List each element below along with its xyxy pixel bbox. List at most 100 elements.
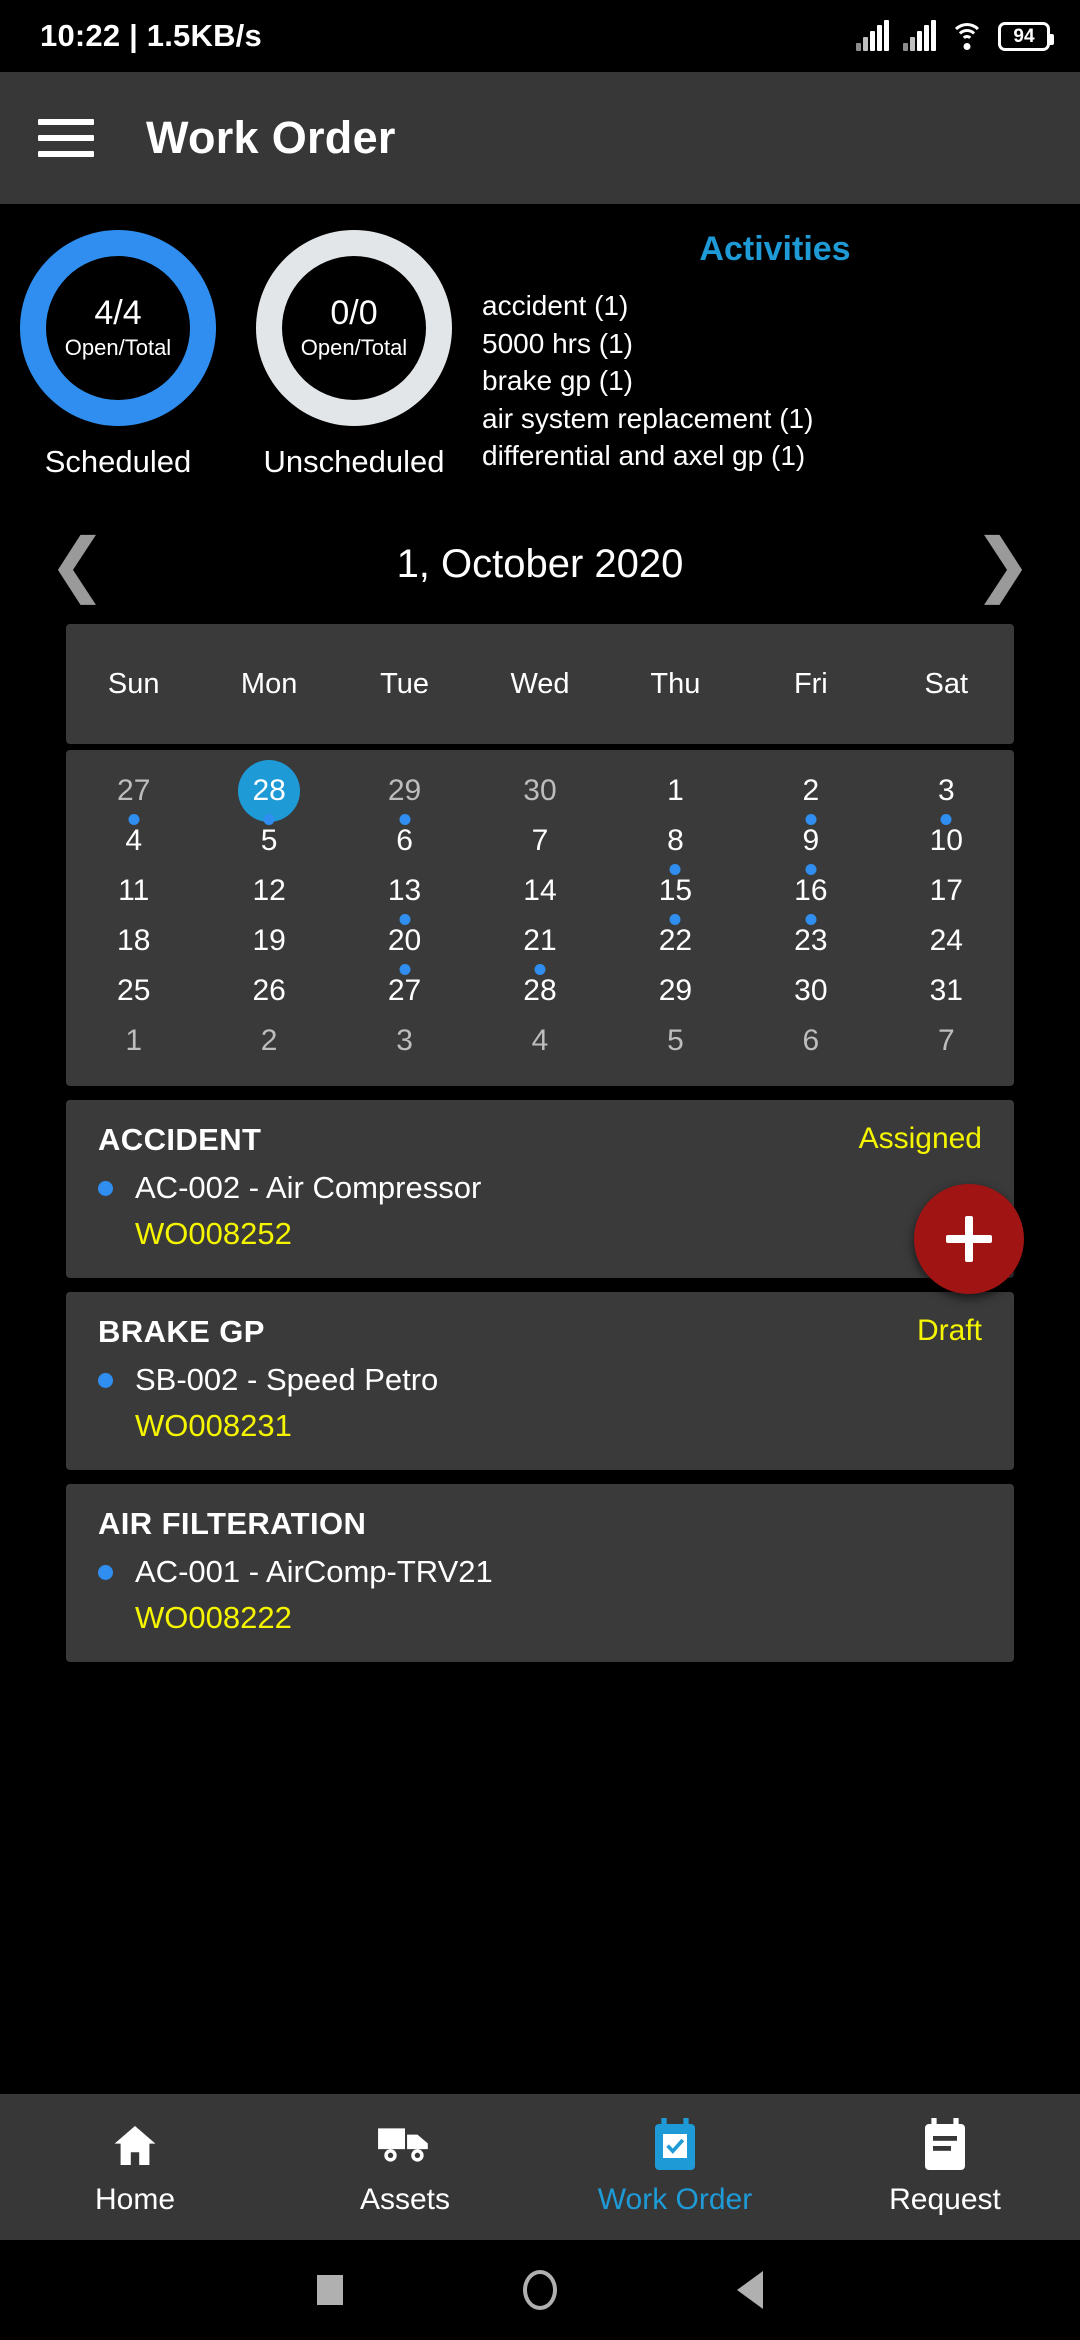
calendar-day-cell[interactable]: 15 bbox=[608, 864, 743, 916]
activities-list: accident (1) 5000 hrs (1) brake gp (1) a… bbox=[482, 287, 1068, 475]
phone-screen: 10:22 | 1.5KB/s 94 Work Order 4/4 Open/T… bbox=[0, 0, 1080, 2340]
calendar-day-cell[interactable]: 12 bbox=[201, 866, 336, 916]
work-order-status-badge: Assigned bbox=[858, 1122, 982, 1155]
calendar-day-cell[interactable]: 17 bbox=[879, 866, 1014, 916]
work-order-card-header: AIR FILTERATION bbox=[98, 1506, 982, 1542]
calendar-day-cell[interactable]: 27 bbox=[66, 766, 201, 816]
calendar-day-cell[interactable]: 20 bbox=[337, 914, 472, 966]
nav-item-request[interactable]: Request bbox=[810, 2117, 1080, 2217]
calendar-day-cell[interactable]: 1 bbox=[608, 766, 743, 816]
calendar-day-cell[interactable]: 8 bbox=[608, 816, 743, 866]
calendar-day-cell[interactable]: 3 bbox=[337, 1016, 472, 1066]
donut-sublabel-unscheduled: Open/Total bbox=[300, 335, 408, 361]
work-order-list: ACCIDENT Assigned AC-002 - Air Compressor W… bbox=[0, 1100, 1080, 1662]
chevron-left-icon[interactable]: ❮ bbox=[48, 529, 107, 599]
calendar-day-cell[interactable]: 23 bbox=[743, 914, 878, 966]
calendar-day-cell[interactable]: 26 bbox=[201, 966, 336, 1016]
chevron-right-icon[interactable]: ❯ bbox=[973, 529, 1032, 599]
nav-item-home[interactable]: Home bbox=[0, 2117, 270, 2217]
weekday-label: Mon bbox=[240, 667, 298, 700]
calendar-day-cell[interactable]: 1 bbox=[66, 1016, 201, 1066]
donut-value-unscheduled: 0/0 bbox=[330, 293, 378, 332]
work-order-card[interactable]: AIR FILTERATION AC-001 - AirComp-TRV21 WO0… bbox=[66, 1484, 1014, 1662]
calendar-day-cell[interactable]: 19 bbox=[201, 916, 336, 966]
activities-title: Activities bbox=[699, 230, 851, 268]
work-order-asset-name: AC-001 - AirComp-TRV21 bbox=[135, 1554, 493, 1589]
calendar-day-cell[interactable]: 27 bbox=[337, 964, 472, 1016]
calendar-day-cell[interactable]: 4 bbox=[66, 814, 201, 866]
calendar-day-cell[interactable]: 9 bbox=[743, 814, 878, 866]
activity-item: brake gp (1) bbox=[482, 365, 633, 397]
scroll-fade-mask bbox=[0, 2060, 1080, 2074]
weekday-label: Thu bbox=[650, 667, 701, 700]
calendar-day-cell[interactable]: 11 bbox=[66, 866, 201, 916]
calendar: Sun Mon Tue Wed Thu Fri Sat 27 28 29 30 1 2 3 4… bbox=[66, 624, 1014, 1086]
donut-scheduled[interactable]: 4/4 Open/Total Scheduled bbox=[0, 230, 236, 504]
nav-item-work-order[interactable]: Work Order bbox=[540, 2117, 810, 2217]
calendar-day-number: 4 bbox=[531, 1024, 549, 1057]
hamburger-menu-icon[interactable] bbox=[38, 119, 94, 157]
nav-label-work-order: Work Order bbox=[597, 2183, 753, 2216]
calendar-event-dot bbox=[940, 814, 952, 825]
calendar-day-cell[interactable]: 14 bbox=[472, 866, 607, 916]
calendar-day-cell[interactable]: 13 bbox=[337, 866, 472, 916]
weekday-label: Sat bbox=[924, 667, 969, 700]
donut-ring-unscheduled: 0/0 Open/Total bbox=[256, 230, 452, 426]
calendar-day-cell[interactable]: 16 bbox=[743, 864, 878, 916]
work-order-card[interactable]: ACCIDENT Assigned AC-002 - Air Compressor W… bbox=[66, 1100, 1014, 1278]
calendar-day-cell[interactable]: 29 bbox=[337, 766, 472, 816]
system-navigation-bar bbox=[0, 2240, 1080, 2340]
calendar-day-cell[interactable]: 10 bbox=[879, 814, 1014, 866]
bottom-navigation: Home Assets Work Order Request bbox=[0, 2094, 1080, 2240]
calendar-day-cell[interactable]: 6 bbox=[337, 814, 472, 866]
calendar-day-cell[interactable]: 25 bbox=[66, 966, 201, 1016]
calendar-day-cell[interactable]: 7 bbox=[472, 816, 607, 866]
truck-icon bbox=[376, 2117, 434, 2173]
bullet-dot-icon bbox=[98, 1372, 113, 1388]
work-order-title: BRAKE GP bbox=[98, 1314, 265, 1349]
calendar-event-dot bbox=[399, 964, 411, 975]
calendar-day-cell[interactable]: 21 bbox=[472, 916, 607, 966]
calendar-weekday-header: Sun Mon Tue Wed Thu Fri Sat bbox=[66, 624, 1014, 744]
calendar-week-row: 11 12 13 14 15 16 17 bbox=[66, 864, 1014, 916]
calendar-day-cell[interactable]: 28 bbox=[472, 964, 607, 1016]
calendar-day-cell[interactable]: 18 bbox=[66, 916, 201, 966]
calendar-event-dot bbox=[669, 864, 681, 875]
calendar-event-dot bbox=[399, 914, 411, 925]
nav-item-assets[interactable]: Assets bbox=[270, 2117, 540, 2217]
calendar-day-cell[interactable]: 5 bbox=[608, 1016, 743, 1066]
work-order-asset-row: AC-002 - Air Compressor bbox=[98, 1170, 982, 1206]
calendar-day-cell[interactable]: 30 bbox=[743, 966, 878, 1016]
calendar-day-cell[interactable]: 28 bbox=[201, 760, 336, 822]
calendar-day-cell[interactable]: 3 bbox=[879, 766, 1014, 816]
add-work-order-fab[interactable] bbox=[914, 1184, 1024, 1294]
calendar-day-cell[interactable]: 4 bbox=[472, 1016, 607, 1066]
work-order-code: WO008231 bbox=[135, 1408, 292, 1443]
back-triangle-icon[interactable] bbox=[737, 2271, 763, 2309]
calendar-day-cell[interactable]: 30 bbox=[472, 766, 607, 816]
calendar-event-dot bbox=[669, 914, 681, 925]
clipboard-lines-icon bbox=[923, 2117, 967, 2173]
calendar-day-cell[interactable]: 7 bbox=[879, 1016, 1014, 1066]
month-title: 1, October 2020 bbox=[396, 541, 684, 586]
page-title: Work Order bbox=[146, 112, 396, 163]
calendar-day-cell[interactable]: 6 bbox=[743, 1016, 878, 1066]
summary-section: 4/4 Open/Total Scheduled 0/0 Open/Total … bbox=[0, 204, 1080, 504]
calendar-week-row: 1 2 3 4 5 6 7 bbox=[66, 1016, 1014, 1066]
calendar-day-cell[interactable]: 2 bbox=[743, 766, 878, 816]
recents-square-icon[interactable] bbox=[317, 2275, 343, 2305]
work-order-title: AIR FILTERATION bbox=[98, 1506, 367, 1541]
calendar-day-cell[interactable]: 22 bbox=[608, 914, 743, 966]
calendar-day-cell[interactable]: 24 bbox=[879, 916, 1014, 966]
calendar-day-cell[interactable]: 29 bbox=[608, 966, 743, 1016]
calendar-event-dot bbox=[805, 864, 817, 875]
calendar-day-number: 5 bbox=[667, 1024, 684, 1057]
calendar-day-cell[interactable]: 31 bbox=[879, 966, 1014, 1016]
home-circle-icon[interactable] bbox=[523, 2270, 557, 2310]
calendar-day-cell[interactable]: 5 bbox=[201, 814, 336, 866]
donut-label-scheduled: Scheduled bbox=[44, 444, 192, 479]
donut-unscheduled[interactable]: 0/0 Open/Total Unscheduled bbox=[236, 230, 472, 504]
work-order-card[interactable]: BRAKE GP Draft SB-002 - Speed Petro WO00823… bbox=[66, 1292, 1014, 1470]
calendar-day-cell[interactable]: 2 bbox=[201, 1016, 336, 1066]
work-order-asset-row: SB-002 - Speed Petro bbox=[98, 1362, 982, 1398]
